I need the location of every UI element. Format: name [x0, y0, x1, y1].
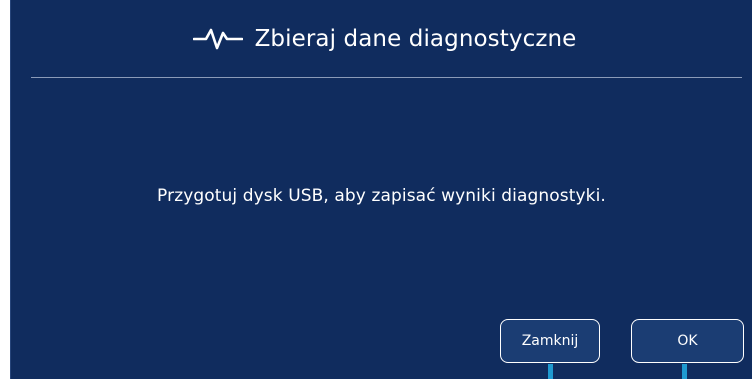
diagnostics-dialog: Zbieraj dane diagnostyczne Przygotuj dys… [10, 0, 752, 379]
ok-button[interactable]: OK [631, 319, 744, 363]
dialog-message: Przygotuj dysk USB, aby zapisać wyniki d… [157, 186, 606, 206]
dialog-header: Zbieraj dane diagnostyczne [11, 0, 752, 78]
close-button[interactable]: Zamknij [500, 319, 600, 363]
pulse-icon [192, 27, 243, 51]
dialog-title: Zbieraj dane diagnostyczne [254, 26, 577, 52]
close-button-connector [548, 364, 553, 379]
dialog-header-content: Zbieraj dane diagnostyczne [192, 26, 577, 52]
header-divider [31, 77, 742, 78]
ok-button-connector [682, 364, 687, 379]
